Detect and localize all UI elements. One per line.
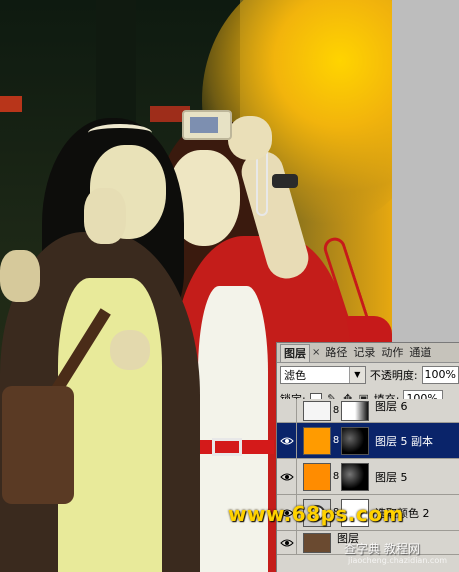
layers-panel: 图层 × 路径 记录 动作 通道 滤色 ▼ 不透明度: 100% 锁定: ✎ ✥…: [276, 342, 459, 572]
blend-mode-value: 滤色: [284, 369, 306, 382]
tab-actions[interactable]: 动作: [378, 344, 406, 362]
blend-mode-select[interactable]: 滤色 ▼: [280, 366, 366, 384]
layer-mask-thumbnail: [341, 426, 369, 455]
tab-history[interactable]: 记录: [350, 344, 378, 362]
digital-camera: [182, 110, 232, 140]
layer-row[interactable]: 8 图层 6: [277, 398, 459, 423]
layer-row[interactable]: 8 图层 5: [277, 458, 459, 495]
panel-tabs: 图层 × 路径 记录 动作 通道: [277, 343, 459, 363]
opacity-input[interactable]: 100%: [421, 366, 459, 384]
layer-name: 图层 5 副本: [375, 434, 433, 448]
tab-layers[interactable]: 图层: [280, 344, 310, 362]
belt-buckle: [212, 438, 242, 456]
eye-icon[interactable]: [277, 422, 297, 459]
link-icon: 8: [332, 471, 340, 482]
layer-mask-thumbnail: [341, 400, 369, 421]
chevron-down-icon[interactable]: ▼: [348, 367, 365, 383]
opacity-label: 不透明度:: [369, 369, 418, 382]
brown-shoulder-bag: [2, 386, 74, 504]
site-watermark: www.68ps.com: [228, 502, 404, 526]
link-icon: 8: [332, 435, 340, 446]
link-icon: 8: [332, 405, 340, 416]
layer-list: 8 图层 6 8 图层 5 副本 8 图层 5 8 选取颜色 2 图层: [277, 398, 459, 555]
white-headband: [88, 124, 152, 142]
right-woman-white-shirt: [198, 286, 268, 572]
layer-name: 图层 6: [375, 399, 408, 413]
right-woman-hand: [228, 116, 272, 160]
layer-thumbnail: [303, 426, 331, 455]
layer-thumbnail: [303, 532, 331, 553]
hand-on-shoulder: [0, 250, 40, 302]
wrist-watch: [272, 174, 298, 188]
left-woman-fist: [110, 330, 150, 370]
layer-mask-thumbnail: [341, 462, 369, 491]
eye-icon[interactable]: [277, 458, 297, 495]
camera-screen: [190, 117, 218, 133]
tab-channels[interactable]: 通道: [406, 344, 434, 362]
cn-watermark-url: jiaocheng.chazidian.com: [348, 556, 448, 565]
red-sign: [0, 96, 22, 112]
visibility-toggle[interactable]: [277, 398, 297, 423]
peace-sign-hand: [84, 188, 126, 244]
eye-icon[interactable]: [277, 530, 297, 555]
layer-name: 图层 5: [375, 470, 408, 484]
blend-row: 滤色 ▼ 不透明度: 100%: [277, 363, 459, 387]
layer-thumbnail: [303, 400, 331, 421]
close-icon[interactable]: ×: [310, 344, 322, 362]
tab-paths[interactable]: 路径: [322, 344, 350, 362]
cn-watermark: 查字典 教程网: [344, 542, 420, 556]
layer-thumbnail: [303, 462, 331, 491]
layer-row-selected[interactable]: 8 图层 5 副本: [277, 422, 459, 459]
